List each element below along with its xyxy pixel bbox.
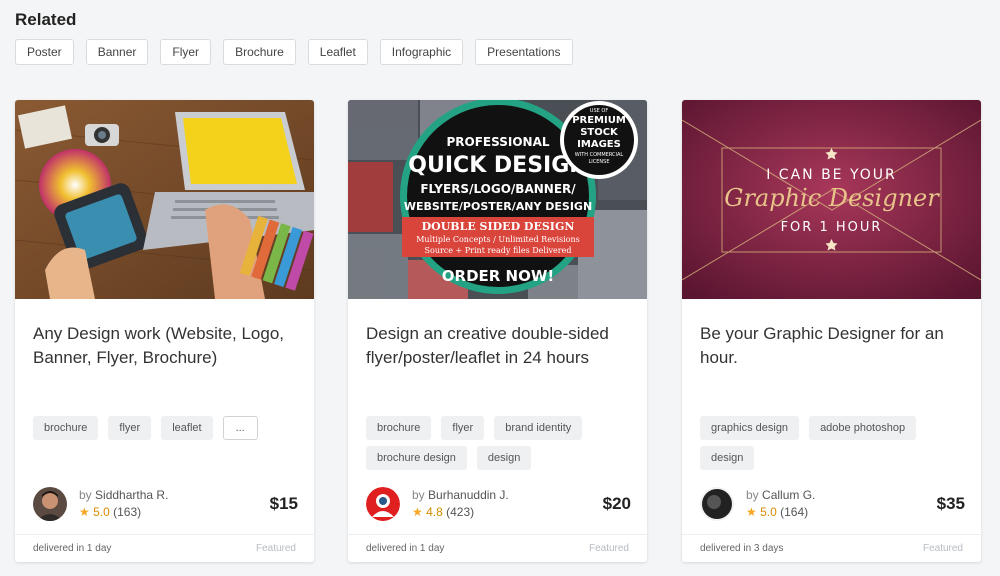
banner-top: I CAN BE YOUR (766, 167, 897, 183)
seller-byline: by Burhanuddin J. (412, 488, 509, 502)
section-title: Related (15, 10, 77, 29)
designer-desk-photo (15, 100, 314, 299)
card-footer: delivered in 3 days Featured (682, 534, 981, 562)
more-tags-button[interactable]: ... (222, 416, 258, 440)
promo-source: Source + Print ready files Delivered (425, 246, 572, 255)
gig-thumbnail[interactable] (15, 100, 314, 299)
related-tag-poster[interactable]: Poster (15, 39, 74, 65)
badge-premium: PREMIUM (572, 115, 626, 126)
review-count: (164) (780, 505, 809, 519)
avatar-photo (33, 487, 67, 521)
rating-value: 5.0 (93, 505, 110, 519)
related-tag-infographic[interactable]: Infographic (379, 39, 464, 65)
gig-card[interactable]: Any Design work (Website, Logo, Banner, … (15, 100, 314, 562)
gig-tag[interactable]: brochure (366, 416, 432, 440)
seller-name[interactable]: Siddhartha R. (95, 488, 168, 502)
avatar-photo (700, 487, 734, 521)
card-footer: delivered in 1 day Featured (348, 534, 647, 562)
badge-images: IMAGES (577, 139, 621, 150)
gig-thumbnail[interactable]: PROFESSIONAL QUICK DESIGN FLYERS/LOGO/BA… (348, 100, 647, 299)
avatar[interactable] (366, 487, 400, 521)
rating: ★ 5.0 (164) (746, 505, 808, 519)
promo-multiple: Multiple Concepts / Unlimited Revisions (416, 235, 580, 244)
by-label: by (746, 488, 759, 502)
price: $15 (269, 494, 298, 513)
gig-title[interactable]: Design an creative double-sided flyer/po… (366, 322, 636, 370)
gig-card[interactable]: I CAN BE YOUR Graphic Designer FOR 1 HOU… (682, 100, 981, 562)
delivery-time: delivered in 3 days (700, 543, 784, 554)
price: $35 (936, 494, 965, 513)
related-tag-brochure[interactable]: Brochure (223, 39, 296, 65)
gig-tag[interactable]: adobe photoshop (809, 416, 917, 440)
delivery-time: delivered in 1 day (366, 543, 445, 554)
promo-order-now: ORDER NOW! (442, 267, 554, 285)
badge-use-of: USE OF (590, 108, 609, 114)
gig-tag[interactable]: brand identity (494, 416, 583, 440)
star-icon: ★ (746, 505, 757, 519)
by-label: by (412, 488, 425, 502)
gig-tag[interactable]: design (700, 446, 755, 470)
seller-byline: by Callum G. (746, 488, 815, 502)
rating-value: 5.0 (760, 505, 777, 519)
featured-badge: Featured (255, 543, 296, 554)
review-count: (163) (113, 505, 142, 519)
star-icon: ★ (412, 505, 423, 519)
star-icon: ★ (79, 505, 90, 519)
seller-info: by Burhanuddin J. ★ 4.8 (423) $20 (366, 487, 631, 521)
price: $20 (602, 494, 631, 513)
review-count: (423) (446, 505, 475, 519)
featured-badge: Featured (588, 543, 629, 554)
related-tag-leaflet[interactable]: Leaflet (307, 39, 368, 65)
gig-thumbnail[interactable]: I CAN BE YOUR Graphic Designer FOR 1 HOU… (682, 100, 981, 299)
promo-line2: WEBSITE/POSTER/ANY DESIGN (404, 200, 592, 213)
gig-tag[interactable]: brochure (33, 416, 99, 440)
seller-info: by Siddhartha R. ★ 5.0 (163) $15 (33, 487, 298, 521)
promo-line1: FLYERS/LOGO/BANNER/ (420, 182, 576, 196)
graphic-designer-banner: I CAN BE YOUR Graphic Designer FOR 1 HOU… (682, 100, 981, 299)
rating-value: 4.8 (426, 505, 443, 519)
gig-tags: brochure flyer brand identity brochure d… (366, 416, 636, 476)
gig-tag[interactable]: leaflet (161, 416, 213, 440)
related-tag-presentations[interactable]: Presentations (475, 39, 573, 65)
gig-tag[interactable]: graphics design (700, 416, 800, 440)
promo-quick-design: QUICK DESIGN (408, 153, 587, 178)
gig-title[interactable]: Be your Graphic Designer for an hour. (700, 322, 970, 370)
avatar-illustration (366, 487, 400, 521)
seller-name[interactable]: Burhanuddin J. (428, 488, 509, 502)
quick-design-promo: PROFESSIONAL QUICK DESIGN FLYERS/LOGO/BA… (348, 100, 647, 299)
gig-tags: brochure flyer leaflet ... (33, 416, 303, 446)
badge-license: LICENSE (589, 159, 610, 165)
gig-title[interactable]: Any Design work (Website, Logo, Banner, … (33, 322, 303, 370)
delivery-time: delivered in 1 day (33, 543, 112, 554)
badge-stock: STOCK (580, 127, 619, 138)
related-tags: Poster Banner Flyer Brochure Leaflet Inf… (15, 39, 585, 65)
avatar[interactable] (33, 487, 67, 521)
by-label: by (79, 488, 92, 502)
featured-badge: Featured (922, 543, 963, 554)
gig-tag[interactable]: flyer (441, 416, 485, 440)
related-tag-banner[interactable]: Banner (85, 39, 149, 65)
avatar[interactable] (700, 487, 734, 521)
gig-card[interactable]: PROFESSIONAL QUICK DESIGN FLYERS/LOGO/BA… (348, 100, 647, 562)
banner-bottom: FOR 1 HOUR (781, 220, 883, 235)
gig-tag[interactable]: flyer (108, 416, 152, 440)
gig-tag[interactable]: brochure design (366, 446, 467, 470)
seller-byline: by Siddhartha R. (79, 488, 168, 502)
promo-double-sided: DOUBLE SIDED DESIGN (422, 220, 575, 233)
rating: ★ 5.0 (163) (79, 505, 141, 519)
rating: ★ 4.8 (423) (412, 505, 474, 519)
seller-name[interactable]: Callum G. (762, 488, 815, 502)
seller-info: by Callum G. ★ 5.0 (164) $35 (700, 487, 965, 521)
gig-tag[interactable]: design (476, 446, 532, 470)
promo-professional: PROFESSIONAL (446, 135, 549, 149)
related-tag-flyer[interactable]: Flyer (160, 39, 212, 65)
banner-mid: Graphic Designer (724, 184, 940, 212)
gig-tags: graphics design adobe photoshop design (700, 416, 970, 476)
card-footer: delivered in 1 day Featured (15, 534, 314, 562)
badge-with-commercial: WITH COMMERCIAL (575, 152, 624, 158)
